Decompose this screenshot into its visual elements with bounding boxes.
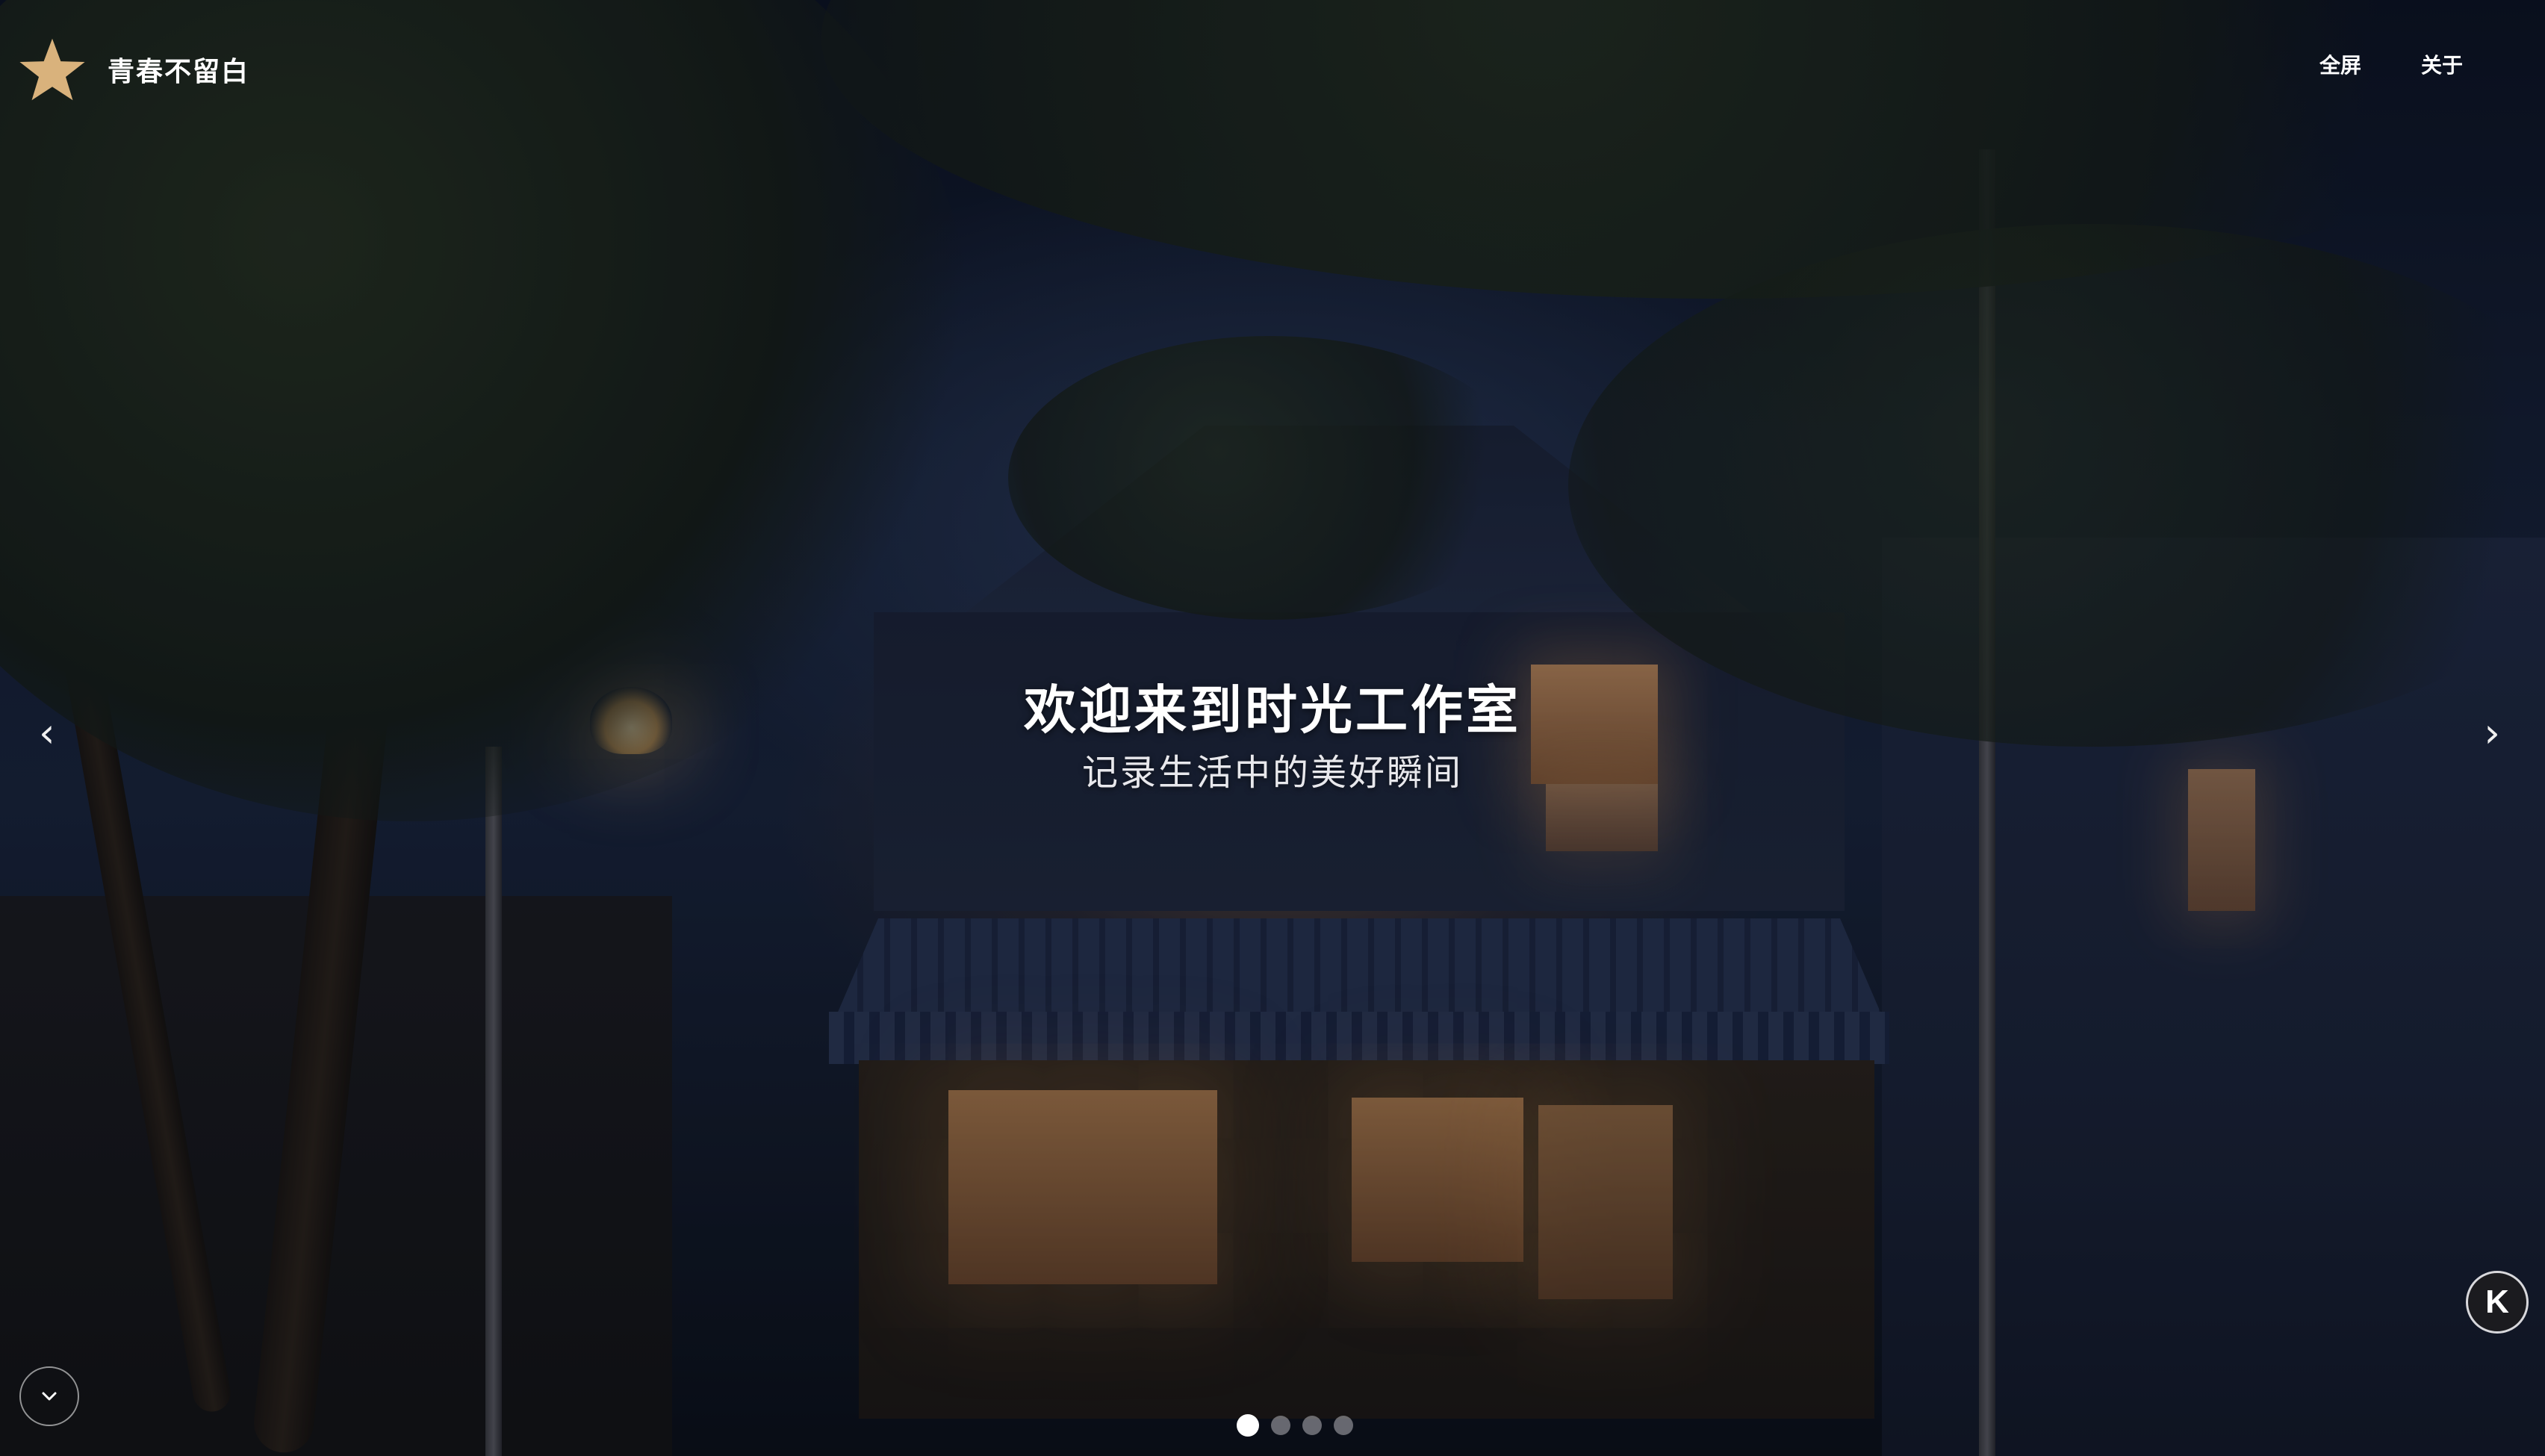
hero-title: 欢迎来到时光工作室: [1024, 679, 1521, 741]
top-nav: 全屏 关于: [2319, 49, 2463, 79]
next-slide-button[interactable]: ›: [2484, 713, 2500, 753]
k-badge-letter: K: [2485, 1284, 2509, 1320]
slide-indicators: [0, 1414, 2545, 1437]
prev-slide-button[interactable]: ‹: [39, 713, 55, 753]
chevron-down-icon: [42, 1392, 57, 1401]
hero-subtitle: 记录生活中的美好瞬间: [1081, 752, 1463, 794]
slide-dot-4[interactable]: [1334, 1416, 1353, 1435]
nav-fullscreen[interactable]: 全屏: [2319, 49, 2361, 79]
slide-dot-3[interactable]: [1302, 1416, 1322, 1435]
brand-logo[interactable]: 青春不留白: [16, 36, 249, 103]
hero-carousel: 青春不留白 全屏 关于 欢迎来到时光工作室 记录生活中的美好瞬间 ‹ › K: [0, 0, 2545, 1456]
slide-dot-2[interactable]: [1271, 1416, 1290, 1435]
scroll-down-button[interactable]: [19, 1366, 79, 1426]
slide-dot-1[interactable]: [1237, 1414, 1259, 1437]
brand-name: 青春不留白: [108, 57, 250, 87]
nav-about[interactable]: 关于: [2421, 49, 2463, 79]
k-widget-button[interactable]: K: [2466, 1271, 2529, 1334]
star-icon: [19, 38, 85, 101]
